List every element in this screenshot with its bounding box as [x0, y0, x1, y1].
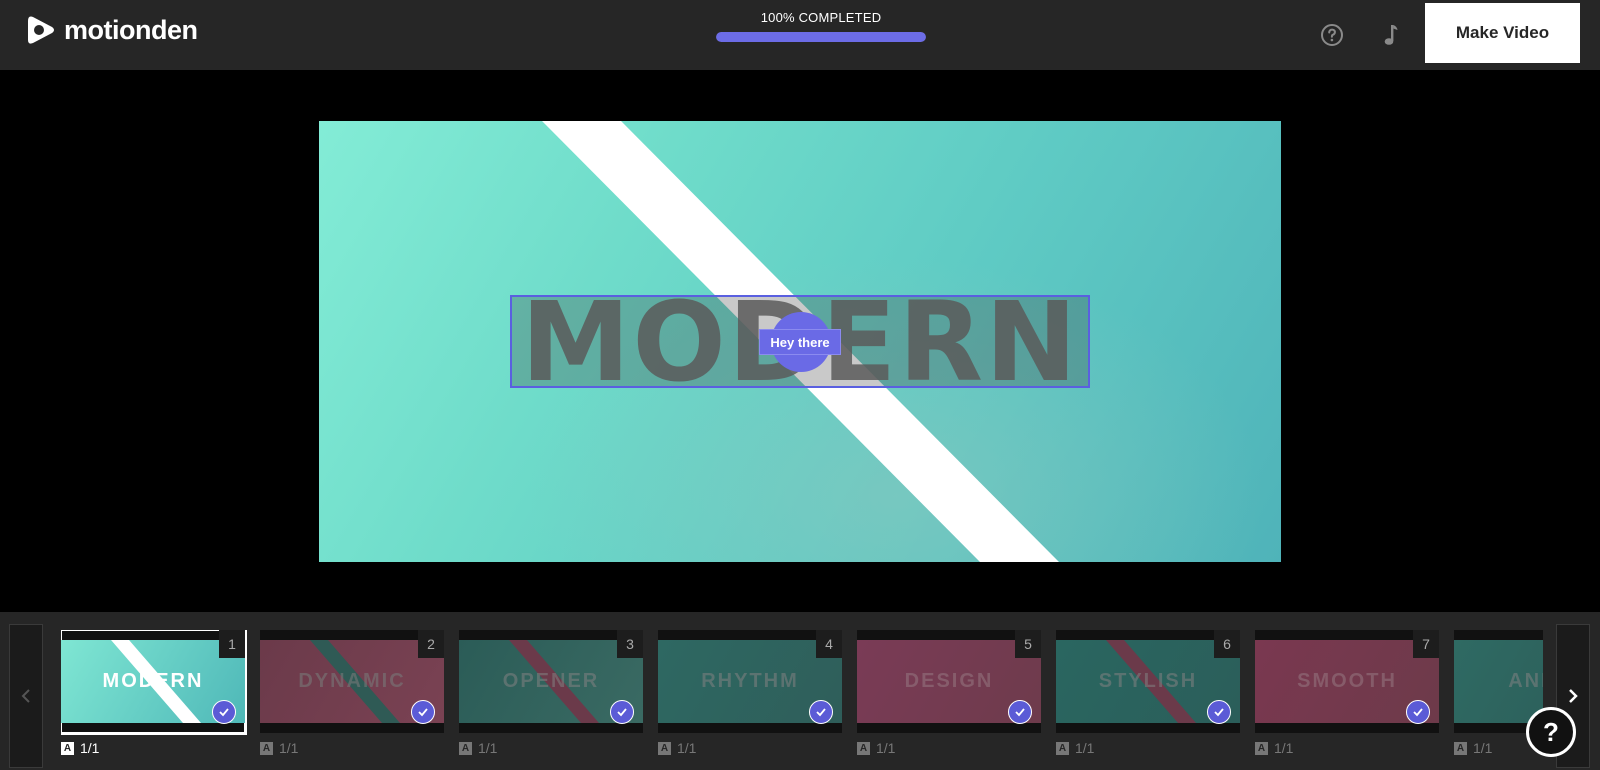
scene-meta: A 1/1 [1056, 740, 1240, 756]
logo-icon [28, 16, 54, 44]
scene-count: 1/1 [677, 740, 697, 756]
check-icon [610, 700, 634, 724]
scene-number: 5 [1015, 630, 1041, 658]
preview-stage: MODERN Hey there [0, 70, 1600, 612]
make-video-button[interactable]: Make Video [1425, 3, 1580, 63]
scene-count: 1/1 [876, 740, 896, 756]
logo-text: motionden [64, 14, 198, 45]
scene-item[interactable]: SMOOTH 7 A 1/1 [1255, 630, 1439, 756]
music-note-icon[interactable] [1377, 22, 1403, 48]
question-circle-icon[interactable] [1319, 22, 1345, 48]
scene-number: 4 [816, 630, 842, 658]
scene-count: 1/1 [80, 740, 100, 756]
text-layer-icon: A [1056, 741, 1069, 755]
text-layer-icon: A [1255, 741, 1268, 755]
scene-item[interactable]: DESIGN 5 A 1/1 [857, 630, 1041, 756]
scene-meta: A 1/1 [857, 740, 1041, 756]
scene-timeline: MODERN 1 A 1/1 DYNAMIC 2 A 1/1 OPENER 3 … [0, 612, 1600, 770]
scene-item[interactable]: RHYTHM 4 A 1/1 [658, 630, 842, 756]
scene-meta: A 1/1 [260, 740, 444, 756]
check-icon [1207, 700, 1231, 724]
check-icon [212, 700, 236, 724]
scene-thumbnail[interactable]: SMOOTH 7 [1255, 630, 1439, 733]
text-layer-icon: A [459, 741, 472, 755]
text-layer-icon: A [260, 741, 273, 755]
scene-title: ANIMA [1508, 670, 1543, 692]
scene-count: 1/1 [1473, 740, 1493, 756]
scene-item[interactable]: MODERN 1 A 1/1 [61, 630, 247, 756]
check-icon [411, 700, 435, 724]
scene-item[interactable]: OPENER 3 A 1/1 [459, 630, 643, 756]
scene-count: 1/1 [478, 740, 498, 756]
text-layer-icon: A [61, 741, 74, 755]
scene-number: 3 [617, 630, 643, 658]
scene-thumbnail[interactable]: MODERN 1 [61, 630, 247, 735]
chevron-right-icon [1569, 689, 1578, 703]
thumb-preview: ANIMA [1454, 640, 1543, 723]
scene-number: 7 [1413, 630, 1439, 658]
check-icon [1008, 700, 1032, 724]
scene-item[interactable]: DYNAMIC 2 A 1/1 [260, 630, 444, 756]
scene-count: 1/1 [279, 740, 299, 756]
timeline-prev-button[interactable] [9, 624, 43, 768]
text-layer-icon: A [1454, 741, 1467, 755]
text-layer-icon: A [857, 741, 870, 755]
scene-meta: A 1/1 [459, 740, 643, 756]
scene-list: MODERN 1 A 1/1 DYNAMIC 2 A 1/1 OPENER 3 … [61, 630, 1543, 770]
video-canvas[interactable]: MODERN Hey there [319, 121, 1281, 562]
help-button[interactable]: ? [1526, 707, 1576, 757]
scene-number: 1 [219, 630, 245, 658]
scene-item[interactable]: STYLISH 6 A 1/1 [1056, 630, 1240, 756]
hey-there-tag[interactable]: Hey there [759, 329, 841, 355]
check-icon [809, 700, 833, 724]
scene-count: 1/1 [1274, 740, 1294, 756]
chevron-left-icon [21, 689, 30, 703]
scene-meta: A 1/1 [1255, 740, 1439, 756]
logo[interactable]: motionden [24, 13, 198, 47]
scene-number: 2 [418, 630, 444, 658]
scene-meta: A 1/1 [658, 740, 842, 756]
progress-indicator: 100% COMPLETED [716, 10, 926, 42]
scene-meta: A 1/1 [61, 740, 245, 756]
scene-thumbnail[interactable]: STYLISH 6 [1056, 630, 1240, 733]
scene-number: 6 [1214, 630, 1240, 658]
progress-track [716, 32, 926, 42]
scene-count: 1/1 [1075, 740, 1095, 756]
check-icon [1406, 700, 1430, 724]
scene-thumbnail[interactable]: RHYTHM 4 [658, 630, 842, 733]
scene-thumbnail[interactable]: DESIGN 5 [857, 630, 1041, 733]
progress-fill [716, 32, 926, 42]
top-bar: motionden 100% COMPLETED Make Video [0, 0, 1600, 70]
text-layer-icon: A [658, 741, 671, 755]
progress-label: 100% COMPLETED [760, 10, 882, 25]
scene-thumbnail[interactable]: OPENER 3 [459, 630, 643, 733]
scene-thumbnail[interactable]: DYNAMIC 2 [260, 630, 444, 733]
